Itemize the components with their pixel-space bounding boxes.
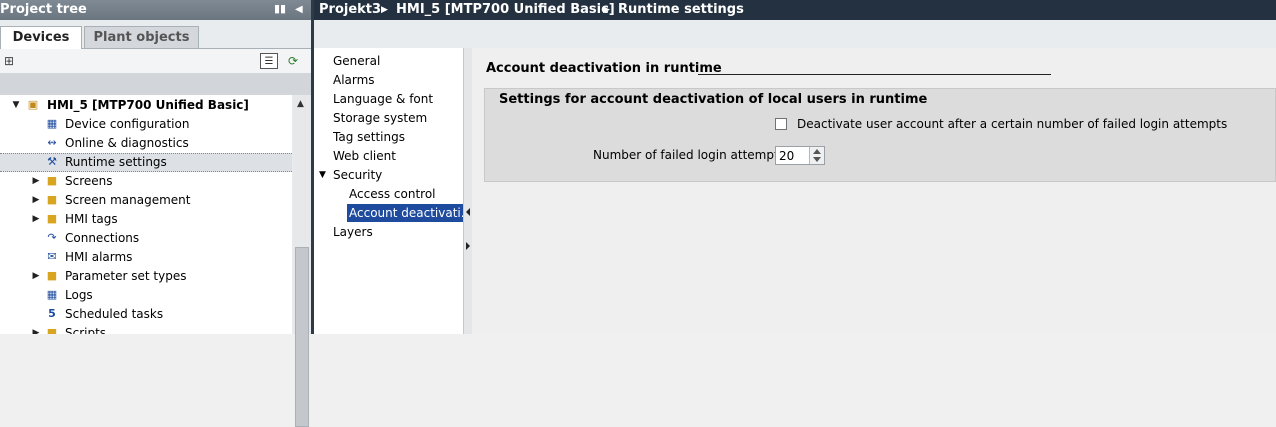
folder-icon: ■: [46, 174, 58, 187]
tree-item-logs[interactable]: ▦ Logs: [0, 286, 292, 305]
tree-item-runtime-settings[interactable]: ⚒ Runtime settings: [0, 153, 292, 172]
tree-item-label: Logs: [65, 288, 93, 302]
tree-item-label: Scripts: [65, 326, 107, 334]
breadcrumb-separator-icon: ▶: [603, 5, 610, 15]
expand-right-icon[interactable]: [466, 242, 470, 250]
failed-attempts-label: Number of failed login attempts:: [593, 148, 789, 162]
editor-toolbar: [314, 20, 1276, 49]
nav-item-tag-settings[interactable]: Tag settings: [333, 128, 405, 146]
collapsed-arrow-icon[interactable]: ▶: [31, 191, 41, 210]
tree-item-hmi-tags[interactable]: ▶ ■ HMI tags: [0, 210, 292, 229]
tree-item-label: Connections: [65, 231, 140, 245]
expanded-arrow-icon[interactable]: ▼: [11, 96, 21, 115]
project-tree-toolbar: ⊞ ☰ ⟳: [0, 49, 312, 73]
breadcrumb-current: Runtime settings: [618, 2, 744, 17]
tree-header-band: [0, 73, 312, 95]
collapsed-arrow-icon[interactable]: ▶: [31, 210, 41, 229]
deactivate-account-label[interactable]: Deactivate user account after a certain …: [797, 116, 1227, 132]
tree-scrollbar[interactable]: ▲: [293, 95, 312, 427]
scheduled-tasks-icon: 5: [48, 307, 56, 320]
project-tree-title-bar: Project tree ▮▮ ◀: [0, 0, 312, 20]
tab-plant-objects[interactable]: Plant objects: [84, 26, 199, 48]
tree-item-scripts[interactable]: ▶ ■ Scripts: [0, 324, 292, 334]
scroll-up-icon[interactable]: ▲: [297, 99, 304, 109]
increment-arrow-icon[interactable]: [813, 149, 821, 154]
tree-item-label: Scheduled tasks: [65, 307, 164, 321]
decrement-arrow-icon[interactable]: [813, 157, 821, 162]
spin-buttons: [809, 147, 824, 164]
settings-content: Account deactivation in runtime Settings…: [472, 48, 1276, 334]
nav-item-storage-system[interactable]: Storage system: [333, 109, 427, 127]
alarms-icon: ✉: [47, 250, 57, 263]
project-tree-tabs: Devices Plant objects: [0, 24, 312, 49]
collapse-left-icon[interactable]: [466, 208, 470, 216]
tree-item-label: HMI_5 [MTP700 Unified Basic]: [47, 98, 249, 112]
tree-item-online-diagnostics[interactable]: ↭ Online & diagnostics: [0, 134, 292, 153]
runtime-settings-icon: ⚒: [47, 155, 57, 168]
nav-item-language-font[interactable]: Language & font: [333, 90, 433, 108]
nav-item-layers[interactable]: Layers: [333, 223, 373, 241]
failed-attempts-value[interactable]: 20: [779, 148, 794, 164]
nav-item-security[interactable]: Security: [333, 166, 382, 184]
list-view-icon[interactable]: ☰: [260, 53, 278, 69]
folder-icon: ■: [46, 269, 58, 282]
folder-icon: ■: [46, 193, 58, 206]
network-view-icon[interactable]: ⊞: [0, 53, 18, 69]
tree-item-device-configuration[interactable]: ▦ Device configuration: [0, 115, 292, 134]
tree-item-hmi-alarms[interactable]: ✉ HMI alarms: [0, 248, 292, 267]
tree-item-screen-management[interactable]: ▶ ■ Screen management: [0, 191, 292, 210]
scrollbar-thumb[interactable]: [295, 247, 309, 427]
project-tree-title: Project tree: [0, 2, 87, 17]
account-deactivation-group: Settings for account deactivation of loc…: [484, 88, 1276, 182]
nav-item-access-control[interactable]: Access control: [349, 185, 436, 203]
tree-item-label: Device configuration: [65, 117, 190, 131]
tab-devices[interactable]: Devices: [0, 26, 82, 49]
collapse-left-icon[interactable]: ◀: [295, 3, 305, 17]
refresh-icon[interactable]: ⟳: [284, 53, 302, 69]
collapsed-arrow-icon[interactable]: ▶: [31, 267, 41, 286]
folder-icon: ■: [46, 326, 58, 334]
tree-item-label: HMI alarms: [65, 250, 133, 264]
tree-item-screens[interactable]: ▶ ■ Screens: [0, 172, 292, 191]
section-title-underline: [698, 74, 1051, 75]
tree-item-label: Online & diagnostics: [65, 136, 189, 150]
project-tree-panel: Project tree ▮▮ ◀ Devices Plant objects …: [0, 0, 312, 427]
device-tree: ▼ ▣ HMI_5 [MTP700 Unified Basic] ▦ Devic…: [0, 95, 292, 334]
collapsed-arrow-icon[interactable]: ▶: [31, 172, 41, 191]
hmi-device-icon: ▣: [27, 98, 39, 111]
group-title: Settings for account deactivation of loc…: [499, 92, 928, 107]
folder-icon: ■: [46, 212, 58, 225]
deactivate-account-checkbox[interactable]: [775, 118, 787, 130]
pin-icon[interactable]: ▮▮: [274, 3, 286, 15]
logs-icon: ▦: [46, 288, 58, 301]
tree-item-connections[interactable]: ↷ Connections: [0, 229, 292, 248]
tree-item-label: Parameter set types: [65, 269, 187, 283]
expanded-arrow-icon[interactable]: ▼: [319, 166, 326, 184]
tree-item-parameter-set-types[interactable]: ▶ ■ Parameter set types: [0, 267, 292, 286]
breadcrumb-project[interactable]: Projekt3: [319, 0, 381, 20]
tree-item-label: Screens: [65, 174, 113, 188]
breadcrumb-separator-icon: ▶: [381, 5, 388, 15]
failed-attempts-stepper[interactable]: 20: [775, 146, 825, 165]
online-diagnostics-icon: ↭: [47, 136, 57, 149]
connections-icon: ↷: [47, 231, 57, 244]
device-config-icon: ▦: [46, 117, 58, 130]
editor-title-bar: Projekt3 ▶ HMI_5 [MTP700 Unified Basic] …: [314, 0, 1276, 20]
tree-item-scheduled-tasks[interactable]: 5 Scheduled tasks: [0, 305, 292, 324]
nav-item-web-client[interactable]: Web client: [333, 147, 396, 165]
tree-item-label: Screen management: [65, 193, 191, 207]
section-title: Account deactivation in runtime: [486, 61, 722, 76]
tree-item-label: Runtime settings: [65, 155, 167, 169]
breadcrumb-device[interactable]: HMI_5 [MTP700 Unified Basic]: [396, 0, 615, 20]
settings-navigation: General Alarms Language & font Storage s…: [314, 48, 475, 334]
nav-item-general[interactable]: General: [333, 52, 380, 70]
nav-item-account-deactivation[interactable]: Account deactivati...: [347, 204, 475, 222]
collapsed-arrow-icon[interactable]: ▶: [31, 324, 41, 334]
nav-item-alarms[interactable]: Alarms: [333, 71, 375, 89]
tree-item-label: HMI tags: [65, 212, 118, 226]
tree-item-hmi-5[interactable]: ▼ ▣ HMI_5 [MTP700 Unified Basic]: [0, 96, 292, 115]
